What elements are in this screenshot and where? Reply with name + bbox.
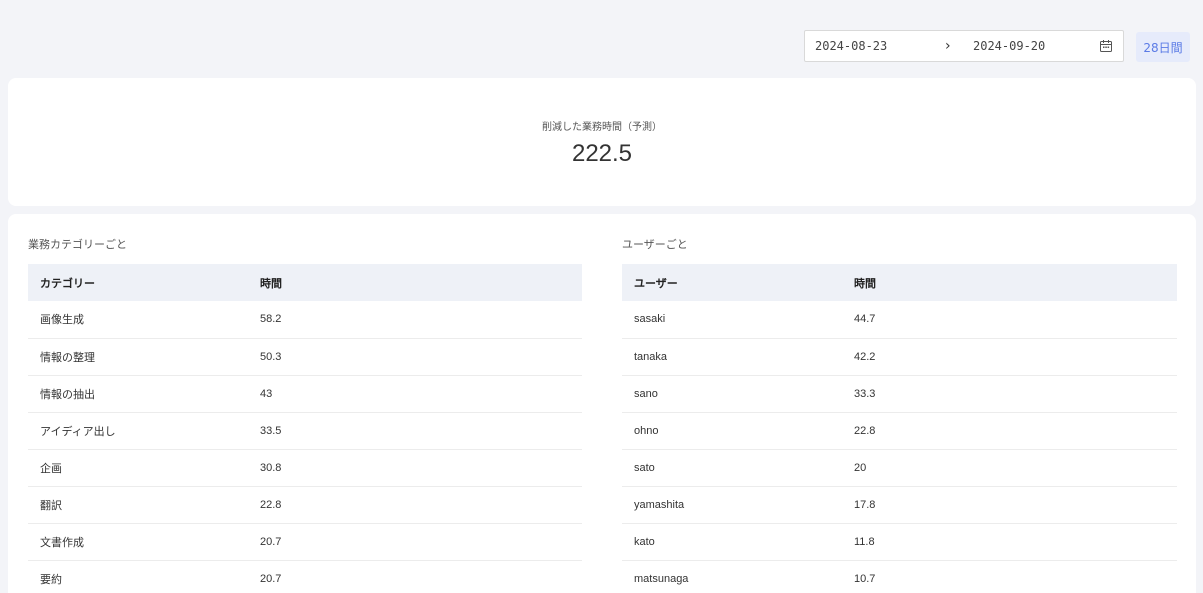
user-section-title: ユーザーごと xyxy=(622,238,688,251)
table-header-row: ユーザー 時間 xyxy=(622,264,1177,301)
row-time-cell: 58.2 xyxy=(250,301,582,339)
summary-card: 削減した業務時間（予測） 222.5 xyxy=(8,78,1196,206)
toolbar: 2024-08-23 › 2024-09-20 28日間 xyxy=(0,0,1203,72)
table-row[interactable]: sano 33.3 xyxy=(622,375,1177,413)
row-name-cell: sano xyxy=(622,375,844,413)
table-row[interactable]: sasaki 44.7 xyxy=(622,301,1177,339)
row-name-cell: 情報の整理 xyxy=(28,338,250,376)
date-end-input[interactable]: 2024-09-20 xyxy=(973,39,1045,53)
row-time-cell: 33.5 xyxy=(250,412,582,450)
row-time-cell: 11.8 xyxy=(844,523,1177,561)
table-row[interactable]: yamashita 17.8 xyxy=(622,486,1177,524)
table-row[interactable]: 情報の整理 50.3 xyxy=(28,338,582,376)
table-row[interactable]: 情報の抽出 43 xyxy=(28,375,582,413)
category-section-title: 業務カテゴリーごと xyxy=(28,238,127,251)
table-row[interactable]: 企画 30.8 xyxy=(28,449,582,487)
calendar-icon[interactable] xyxy=(1099,39,1113,53)
table-row[interactable]: 要約 20.7 xyxy=(28,560,582,593)
table-row[interactable]: matsunaga 10.7 xyxy=(622,560,1177,593)
row-time-cell: 42.2 xyxy=(844,338,1177,376)
tables-card: 業務カテゴリーごと カテゴリー 時間 画像生成 58.2 情報の整理 50.3 情報の抽… xyxy=(8,214,1196,593)
category-table: カテゴリー 時間 画像生成 58.2 情報の整理 50.3 情報の抽出 43 アイディア出し… xyxy=(28,264,582,593)
column-header-user[interactable]: ユーザー xyxy=(622,264,844,301)
row-time-cell: 33.3 xyxy=(844,375,1177,413)
row-name-cell: sato xyxy=(622,449,844,487)
table-row[interactable]: 文書作成 20.7 xyxy=(28,523,582,561)
row-time-cell: 20 xyxy=(844,449,1177,487)
table-row[interactable]: 画像生成 58.2 xyxy=(28,301,582,339)
row-name-cell: ohno xyxy=(622,412,844,450)
row-name-cell: 情報の抽出 xyxy=(28,375,250,413)
row-time-cell: 20.7 xyxy=(250,523,582,561)
table-header-row: カテゴリー 時間 xyxy=(28,264,582,301)
row-time-cell: 20.7 xyxy=(250,560,582,593)
row-name-cell: yamashita xyxy=(622,486,844,524)
row-time-cell: 44.7 xyxy=(844,301,1177,339)
column-header-time[interactable]: 時間 xyxy=(250,264,582,301)
table-row[interactable]: ohno 22.8 xyxy=(622,412,1177,450)
summary-value: 222.5 xyxy=(571,140,633,167)
table-row[interactable]: 翻訳 22.8 xyxy=(28,486,582,524)
table-row[interactable]: アイディア出し 33.5 xyxy=(28,412,582,450)
row-time-cell: 22.8 xyxy=(250,486,582,524)
table-row[interactable]: kato 11.8 xyxy=(622,523,1177,561)
row-time-cell: 22.8 xyxy=(844,412,1177,450)
row-name-cell: sasaki xyxy=(622,301,844,339)
row-name-cell: 企画 xyxy=(28,449,250,487)
row-name-cell: アイディア出し xyxy=(28,412,250,450)
row-name-cell: tanaka xyxy=(622,338,844,376)
row-name-cell: 画像生成 xyxy=(28,301,250,339)
user-table: ユーザー 時間 sasaki 44.7 tanaka 42.2 sano 33.3 ohno… xyxy=(622,264,1177,593)
summary-label: 削減した業務時間（予測） xyxy=(542,122,662,133)
row-name-cell: matsunaga xyxy=(622,560,844,593)
table-row[interactable]: tanaka 42.2 xyxy=(622,338,1177,376)
chevron-right-icon: › xyxy=(945,38,951,54)
period-badge[interactable]: 28日間 xyxy=(1136,32,1190,62)
row-name-cell: kato xyxy=(622,523,844,561)
table-row[interactable]: sato 20 xyxy=(622,449,1177,487)
row-name-cell: 翻訳 xyxy=(28,486,250,524)
date-start-input[interactable]: 2024-08-23 xyxy=(815,39,887,53)
date-range-picker[interactable]: 2024-08-23 › 2024-09-20 xyxy=(804,30,1124,62)
row-time-cell: 30.8 xyxy=(250,449,582,487)
column-header-category[interactable]: カテゴリー xyxy=(28,264,250,301)
row-time-cell: 10.7 xyxy=(844,560,1177,593)
column-header-time[interactable]: 時間 xyxy=(844,264,1177,301)
row-name-cell: 文書作成 xyxy=(28,523,250,561)
row-name-cell: 要約 xyxy=(28,560,250,593)
row-time-cell: 17.8 xyxy=(844,486,1177,524)
row-time-cell: 43 xyxy=(250,375,582,413)
row-time-cell: 50.3 xyxy=(250,338,582,376)
